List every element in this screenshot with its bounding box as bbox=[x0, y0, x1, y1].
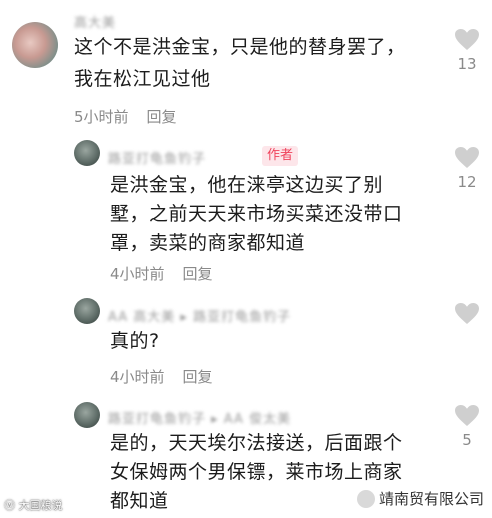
heart-icon bbox=[455, 29, 479, 50]
username[interactable]: AA 高大美 ▸ 路亚打龟鱼钓子 bbox=[108, 306, 291, 325]
comment-text-line: 这个不是洪金宝，只是他的替身罢了， bbox=[74, 36, 406, 58]
watermark-right: 靖南贸有限公司 bbox=[356, 488, 484, 509]
comment-text-line: 墅，之前天天来市场买菜还没带口 bbox=[110, 203, 403, 225]
avatar[interactable] bbox=[74, 140, 100, 166]
comment-text-line: 女保姆两个男保镖，莱市场上商家 bbox=[110, 461, 403, 483]
avatar[interactable] bbox=[74, 402, 100, 428]
like-count: 5 bbox=[462, 431, 472, 449]
comment-meta: 4小时前 回复 bbox=[110, 366, 213, 387]
comment-text-line: 我在松江见过他 bbox=[74, 68, 211, 90]
like-button[interactable] bbox=[452, 302, 482, 325]
watermark-left: ⓦ 大国粮说 bbox=[4, 499, 63, 512]
heart-icon bbox=[455, 147, 479, 168]
like-button[interactable]: 13 bbox=[452, 28, 482, 73]
comment-time: 5小时前 bbox=[74, 108, 129, 126]
comment-text-line: 是的，天天埃尔法接送，后面跟个 bbox=[110, 432, 403, 454]
comment-text-line: 真的? bbox=[110, 330, 160, 352]
comment-text-line: 都知道 bbox=[110, 490, 169, 512]
heart-icon bbox=[455, 303, 479, 324]
comment-time: 4小时前 bbox=[110, 265, 165, 283]
comment-text-line: 是洪金宝，他在涞亭这边买了别 bbox=[110, 174, 384, 196]
like-count: 13 bbox=[457, 55, 477, 73]
reply-button[interactable]: 回复 bbox=[183, 368, 213, 386]
like-count: 12 bbox=[457, 173, 477, 191]
heart-icon bbox=[455, 405, 479, 426]
comment-meta: 5小时前 回复 bbox=[74, 106, 177, 127]
comment-meta: 4小时前 回复 bbox=[110, 263, 213, 284]
avatar[interactable] bbox=[74, 298, 100, 324]
username[interactable]: 路亚打龟鱼钓子 ▸ AA 俊太美 bbox=[108, 408, 291, 427]
author-badge: 作者 bbox=[262, 146, 299, 166]
reply-button[interactable]: 回复 bbox=[183, 265, 213, 283]
like-button[interactable]: 12 bbox=[452, 146, 482, 191]
comment-text-line: 罩，卖菜的商家都知道 bbox=[110, 232, 306, 254]
username[interactable]: 高大美 bbox=[74, 12, 116, 31]
wechat-icon bbox=[356, 489, 375, 508]
watermark-text: 靖南贸有限公司 bbox=[378, 490, 484, 508]
like-button[interactable]: 5 bbox=[452, 404, 482, 449]
reply-button[interactable]: 回复 bbox=[147, 108, 177, 126]
avatar[interactable] bbox=[12, 22, 58, 68]
comment-time: 4小时前 bbox=[110, 368, 165, 386]
username[interactable]: 路亚打龟鱼钓子 bbox=[108, 148, 206, 167]
